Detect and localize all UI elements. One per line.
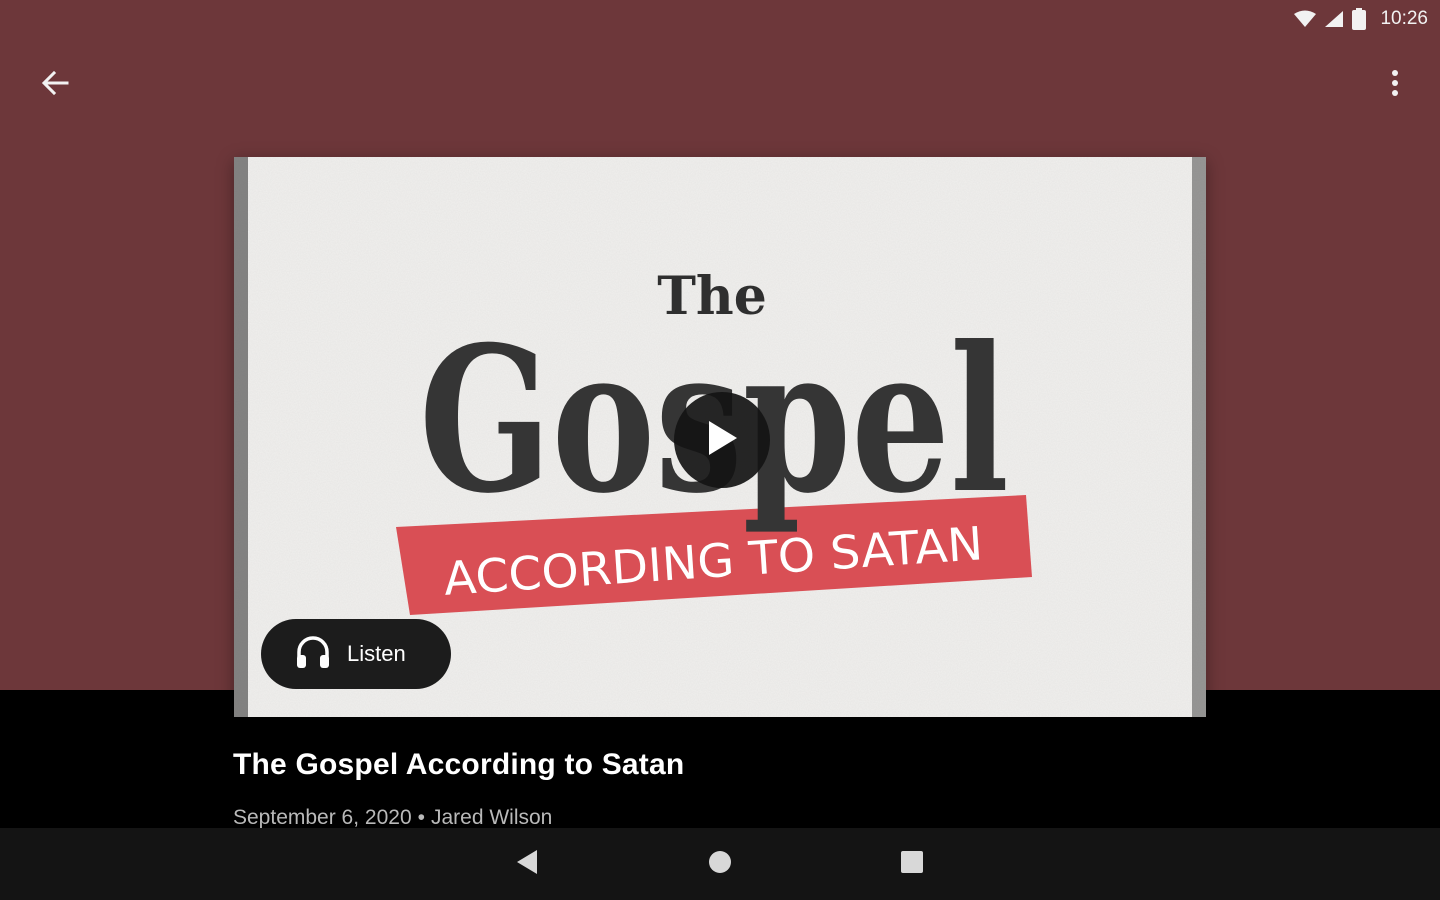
headphones-icon (295, 635, 331, 674)
nav-home-button[interactable] (685, 828, 755, 900)
episode-title: The Gospel According to Satan (233, 748, 685, 781)
wifi-icon (1294, 10, 1317, 28)
nav-back-button[interactable] (492, 828, 562, 900)
listen-label: Listen (347, 641, 406, 666)
nav-back-icon (515, 849, 539, 880)
nav-recents-button[interactable] (877, 828, 947, 900)
nav-home-icon (707, 849, 733, 880)
episode-date: September 6, 2020 (233, 806, 412, 829)
episode-meta: September 6, 2020 • Jared Wilson (233, 806, 552, 830)
nav-recents-icon (899, 849, 925, 880)
screen: 10:26 The ACCORDING TO SATAN Listen The … (0, 0, 1440, 900)
media-card[interactable]: The Gospel ACCORDING TO SATAN Listen (234, 157, 1206, 717)
meta-separator: • (417, 806, 425, 829)
back-button[interactable] (30, 60, 80, 110)
app-bar (0, 60, 1440, 110)
arrow-left-icon (41, 69, 69, 102)
episode-author: Jared Wilson (430, 806, 553, 829)
play-icon (705, 419, 739, 462)
play-button[interactable] (674, 392, 770, 488)
signal-icon (1324, 10, 1344, 28)
more-vert-icon (1391, 69, 1399, 102)
status-bar: 10:26 (0, 0, 1440, 38)
listen-button[interactable]: Listen (261, 619, 451, 689)
status-time: 10:26 (1380, 8, 1428, 29)
more-options-button[interactable] (1370, 60, 1420, 110)
system-nav-bar (0, 828, 1440, 900)
battery-icon (1352, 8, 1367, 30)
